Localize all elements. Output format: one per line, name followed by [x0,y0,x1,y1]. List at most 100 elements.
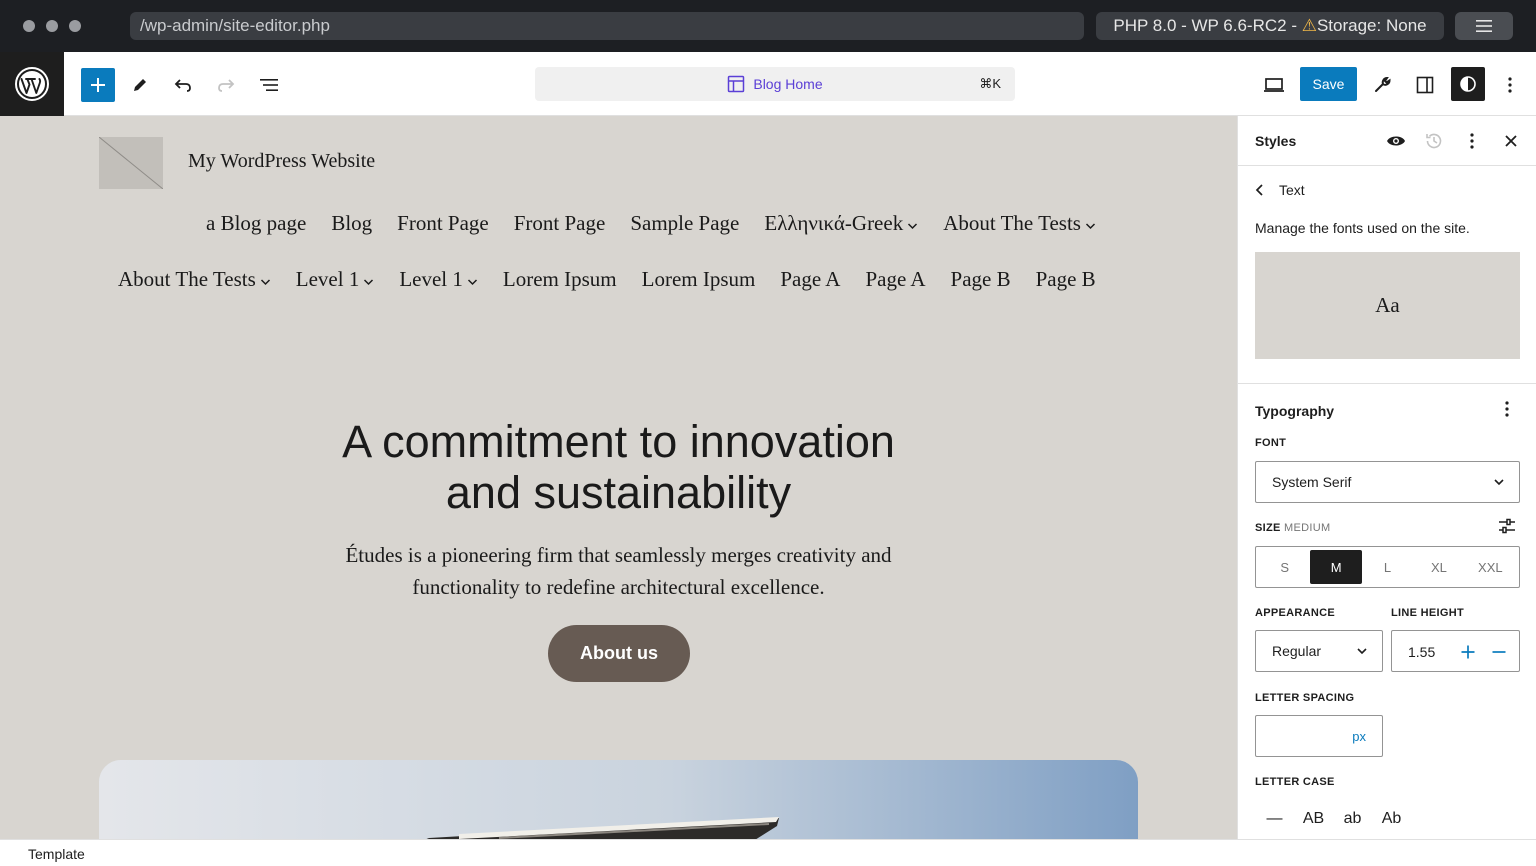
nav-item-label: Lorem Ipsum [641,267,756,291]
line-height-input[interactable]: 1.55 [1391,630,1520,672]
nav-item[interactable]: Blog [331,211,372,236]
letter-case-option[interactable]: AB [1294,810,1333,828]
chevron-down-icon [1357,648,1367,655]
nav-item[interactable]: Page B [1036,267,1096,292]
breadcrumb[interactable]: Template [28,846,85,862]
chevron-down-icon[interactable] [1085,222,1096,230]
save-button[interactable]: Save [1300,67,1357,101]
appearance-select[interactable]: Regular [1255,630,1383,672]
revisions-button[interactable] [1424,131,1444,151]
font-size-picker: S M L XL XXL [1255,546,1520,588]
styles-actions-button[interactable] [1462,131,1482,151]
tools-settings-button[interactable] [1365,68,1399,102]
chevron-left-icon[interactable] [1255,183,1265,197]
appearance-value: Regular [1272,643,1322,659]
navigation-row-1: a Blog page Blog Front Page Front Page Sampl… [206,211,1096,236]
nav-item[interactable]: Lorem Ipsum [642,267,756,292]
nav-item[interactable]: Page A [780,267,840,292]
desktop-icon [1264,78,1284,92]
nav-item[interactable]: Ελληνικά-Greek [764,211,918,236]
letter-spacing-unit[interactable]: px [1352,729,1366,744]
options-menu-button[interactable] [1493,68,1527,102]
hero-description-line-2: functionality to redefine architectural … [412,575,825,599]
size-option[interactable]: S [1259,550,1310,584]
line-height-label: LINE HEIGHT [1391,607,1464,619]
panel-description: Manage the fonts used on the site. [1255,220,1470,236]
letter-case-option[interactable]: — [1255,810,1294,828]
document-title: Blog Home [753,76,823,92]
size-option[interactable]: XXL [1465,550,1516,584]
hero-heading[interactable]: A commitment to innovation and sustainab… [240,416,997,518]
sidebar-title: Styles [1255,133,1297,149]
styles-button[interactable] [1451,67,1485,101]
nav-item[interactable]: Lorem Ipsum [503,267,617,292]
window-maximize-dot[interactable] [69,20,81,32]
nav-item[interactable]: Front Page [397,211,489,236]
size-option[interactable]: L [1362,550,1413,584]
building-photo-image [99,760,1138,839]
hero-heading-line-1: A commitment to innovation [342,416,895,467]
custom-size-toggle[interactable] [1497,516,1517,536]
navigation-row-2: About The Tests Level 1 Level 1 Lorem Ipsum… [118,267,1096,292]
letter-case-option[interactable]: ab [1333,810,1372,828]
nav-item[interactable]: Level 1 [296,267,375,292]
nav-item[interactable]: Page B [951,267,1011,292]
browser-menu-button[interactable] [1455,12,1513,40]
nav-item[interactable]: Front Page [514,211,606,236]
minus-icon[interactable] [1492,645,1506,659]
close-sidebar-button[interactable] [1501,131,1521,151]
redo-button[interactable] [209,68,243,102]
size-label: SIZE MEDIUM [1255,522,1330,534]
chevron-down-icon[interactable] [363,278,374,286]
typography-options-button[interactable] [1497,399,1517,419]
letter-case-options: — AB ab Ab [1255,810,1411,828]
typography-heading: Typography [1255,403,1335,419]
chevron-down-icon [1494,479,1504,486]
nav-item[interactable]: About The Tests [118,267,271,292]
nav-item-label: Blog [331,211,373,235]
letter-case-option[interactable]: Ab [1372,810,1411,828]
undo-button[interactable] [166,68,200,102]
nav-item-label: Level 1 [295,267,360,291]
hero-description[interactable]: Études is a pioneering firm that seamles… [300,539,937,603]
undo-icon [174,79,191,92]
device-preview-button[interactable] [1257,68,1291,102]
style-book-button[interactable] [1386,131,1406,151]
settings-sidebar-toggle[interactable] [1408,68,1442,102]
chevron-down-icon[interactable] [907,222,918,230]
list-view-button[interactable] [252,68,286,102]
hero-image[interactable] [99,760,1138,839]
document-title-group: Blog Home [535,67,1015,101]
address-bar[interactable]: /wp-admin/site-editor.php [130,12,1084,40]
tools-button[interactable] [123,68,157,102]
nav-item-label: Front Page [513,211,606,235]
editor-canvas[interactable]: My WordPress Website a Blog page Blog Fron… [0,116,1237,839]
letter-spacing-input[interactable]: px [1255,715,1383,757]
nav-item[interactable]: a Blog page [206,211,306,236]
nav-item[interactable]: Page A [865,267,925,292]
nav-item-label: Sample Page [630,211,740,235]
font-family-select[interactable]: System Serif [1255,461,1520,503]
nav-item[interactable]: Sample Page [630,211,739,236]
site-title[interactable]: My WordPress Website [188,150,375,173]
nav-item-label: Ελληνικά-Greek [764,211,904,235]
chevron-down-icon[interactable] [260,278,271,286]
window-minimize-dot[interactable] [46,20,58,32]
about-us-button[interactable]: About us [548,625,690,682]
size-option[interactable]: M [1310,550,1362,584]
chevron-down-icon[interactable] [467,278,478,286]
nav-item-label: Page A [780,267,841,291]
site-logo-placeholder[interactable] [99,137,163,189]
command-center[interactable]: Blog Home ⌘K [535,67,1015,101]
window-close-dot[interactable] [23,20,35,32]
size-option[interactable]: XL [1413,550,1464,584]
block-inserter-button[interactable] [81,68,115,102]
sidebar-icon [1416,76,1434,94]
site-icon-button[interactable] [0,52,64,116]
list-view-icon [260,79,278,91]
navigator-back-row: Text [1255,182,1305,198]
plus-icon[interactable] [1461,645,1475,659]
nav-item[interactable]: About The Tests [943,211,1096,236]
hero-heading-line-2: and sustainability [445,467,792,518]
nav-item[interactable]: Level 1 [399,267,478,292]
